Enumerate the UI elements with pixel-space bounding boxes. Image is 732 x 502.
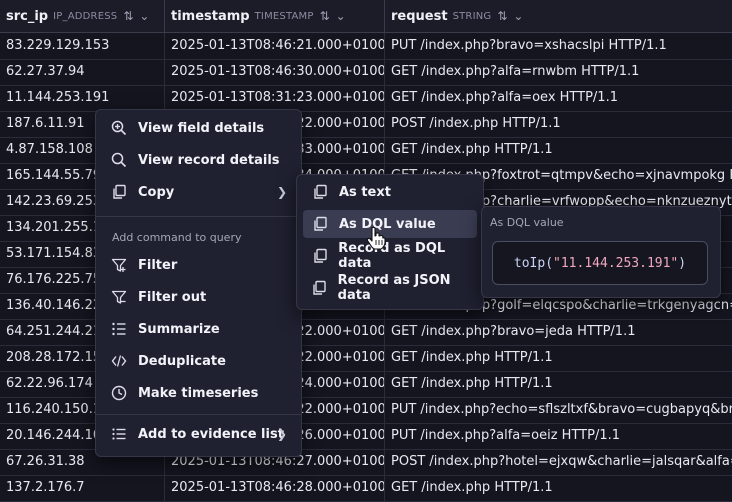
sort-icon[interactable]: ⇅ xyxy=(123,9,133,23)
sort-icon[interactable]: ⇅ xyxy=(320,9,330,23)
menu-item-label: Filter out xyxy=(138,289,207,305)
filter-icon xyxy=(110,256,128,274)
search-icon xyxy=(110,151,128,169)
chevron-right-icon: ❯ xyxy=(276,185,287,199)
column-header-request[interactable]: request STRING ⇅ ⌄ xyxy=(385,0,732,32)
cell-request[interactable]: GET /index.php HTTP/1.1 xyxy=(385,137,732,163)
context-menu: View field details View record details C… xyxy=(95,109,302,457)
table-row[interactable]: 11.144.253.191 2025-01-13T08:31:23.000+01… xyxy=(0,85,732,112)
code-paren-open: ( xyxy=(545,255,554,271)
cell-request[interactable]: GET /index.php HTTP/1.1 xyxy=(385,371,732,397)
cell-request[interactable]: PUT /index.php?alfa=oeiz HTTP/1.1 xyxy=(385,423,732,449)
cell-src-ip[interactable]: 11.144.253.191 xyxy=(0,85,165,111)
menu-item-copy[interactable]: Copy ❯ xyxy=(102,178,295,206)
table-header: src_ip IP_ADDRESS ⇅ ⌄ timestamp TIMESTAM… xyxy=(0,0,732,33)
copy-submenu: As text As DQL value Record as DQL data … xyxy=(296,174,484,310)
menu-item-label: Copy xyxy=(138,184,175,200)
preview-title: As DQL value xyxy=(490,216,564,229)
code-function: toIp xyxy=(513,255,546,271)
copy-icon xyxy=(311,247,328,265)
column-name: request xyxy=(391,8,448,24)
cell-request[interactable]: PUT /index.php?bravo=xshacslpi HTTP/1.1 xyxy=(385,33,732,59)
cell-timestamp[interactable]: 2025-01-13T08:46:21.000+0100 xyxy=(165,33,385,59)
menu-section-label: Add command to query xyxy=(112,231,242,244)
cell-request[interactable]: GET /index.php HTTP/1.1 xyxy=(385,345,732,371)
menu-item-filter-out[interactable]: Filter out xyxy=(102,283,295,311)
cell-timestamp[interactable]: 2025-01-13T08:46:30.000+0100 xyxy=(165,59,385,85)
sort-icon[interactable]: ⇅ xyxy=(497,9,507,23)
column-type: IP_ADDRESS xyxy=(53,10,118,22)
column-header-timestamp[interactable]: timestamp TIMESTAMP ⇅ ⌄ xyxy=(165,0,385,32)
column-name: src_ip xyxy=(6,8,49,24)
menu-item-summarize[interactable]: Summarize xyxy=(102,315,295,343)
chevron-down-icon[interactable]: ⌄ xyxy=(336,9,346,23)
submenu-item-as-text[interactable]: As text xyxy=(303,178,477,206)
table-row[interactable]: 83.229.129.153 2025-01-13T08:46:21.000+01… xyxy=(0,33,732,60)
menu-item-make-timeseries[interactable]: Make timeseries xyxy=(102,379,295,407)
copy-icon xyxy=(311,279,328,297)
code-string: "11.144.253.191" xyxy=(553,255,679,271)
dql-value-preview: As DQL value toIp("11.144.253.191") xyxy=(481,206,721,298)
menu-item-label: View field details xyxy=(138,120,265,136)
menu-item-deduplicate[interactable]: Deduplicate xyxy=(102,347,295,375)
cell-request[interactable]: GET /index.php?bravo=jeda HTTP/1.1 xyxy=(385,319,732,345)
menu-item-label: Summarize xyxy=(138,321,220,337)
chevron-down-icon[interactable]: ⌄ xyxy=(139,9,149,23)
cell-request[interactable]: POST /index.php HTTP/1.1 xyxy=(385,111,732,137)
submenu-item-label: Record as JSON data xyxy=(337,273,451,303)
cell-request[interactable]: POST /index.php?hotel=ejxqw&charlie=jals… xyxy=(385,449,732,475)
menu-item-label: Make timeseries xyxy=(138,385,259,401)
table-row[interactable]: 137.2.176.7 2025-01-13T08:46:28.000+0100 G… xyxy=(0,475,732,502)
column-name: timestamp xyxy=(171,8,250,24)
menu-item-label: View record details xyxy=(138,152,280,168)
preview-code: toIp("11.144.253.191") xyxy=(492,241,708,285)
cell-request[interactable]: GET /index.php?alfa=oex HTTP/1.1 xyxy=(385,85,732,111)
cell-timestamp[interactable]: 2025-01-13T08:31:23.000+0100 xyxy=(165,85,385,111)
chevron-right-icon: ❯ xyxy=(276,427,287,441)
cell-request[interactable]: PUT /index.php?echo=sflszltxf&bravo=cugb… xyxy=(385,397,732,423)
cell-request[interactable]: GET /index.php?alfa=rnwbm HTTP/1.1 xyxy=(385,59,732,85)
submenu-item-record-as-json-data[interactable]: Record as JSON data xyxy=(303,273,477,303)
list-icon xyxy=(110,425,128,443)
submenu-item-label: As text xyxy=(339,184,391,200)
column-header-src-ip[interactable]: src_ip IP_ADDRESS ⇅ ⌄ xyxy=(0,0,165,32)
cell-src-ip[interactable]: 83.229.129.153 xyxy=(0,33,165,59)
menu-item-view-field-details[interactable]: View field details xyxy=(102,114,295,142)
zoom-in-icon xyxy=(110,119,128,137)
copy-icon xyxy=(110,183,128,201)
submenu-item-label: Record as DQL data xyxy=(338,241,446,271)
cell-src-ip[interactable]: 137.2.176.7 xyxy=(0,475,165,501)
submenu-item-label: As DQL value xyxy=(339,216,436,232)
cell-src-ip[interactable]: 62.27.37.94 xyxy=(0,59,165,85)
menu-item-add-to-evidence-list[interactable]: Add to evidence list ❯ xyxy=(102,420,295,448)
summarize-icon xyxy=(110,320,128,338)
menu-item-filter[interactable]: Filter xyxy=(102,251,295,279)
menu-item-view-record-details[interactable]: View record details xyxy=(102,146,295,174)
column-type: TIMESTAMP xyxy=(254,10,314,22)
hand-pointer-cursor-icon xyxy=(366,226,386,250)
copy-icon xyxy=(311,215,329,233)
menu-item-label: Add to evidence list xyxy=(138,426,284,442)
filter-out-icon xyxy=(110,288,128,306)
copy-icon xyxy=(311,183,329,201)
cell-request[interactable]: GET /index.php HTTP/1.1 xyxy=(385,475,732,501)
code-icon xyxy=(110,352,128,370)
chevron-down-icon[interactable]: ⌄ xyxy=(513,9,523,23)
menu-divider xyxy=(96,216,301,217)
menu-divider xyxy=(96,414,301,415)
menu-item-label: Filter xyxy=(138,257,178,273)
submenu-item-as-dql-value[interactable]: As DQL value xyxy=(303,210,477,238)
menu-item-label: Deduplicate xyxy=(138,353,226,369)
submenu-item-record-as-dql-data[interactable]: Record as DQL data xyxy=(303,241,477,271)
code-paren-close: ) xyxy=(678,255,687,271)
column-type: STRING xyxy=(452,10,492,22)
clock-icon xyxy=(110,384,128,402)
cell-timestamp[interactable]: 2025-01-13T08:46:28.000+0100 xyxy=(165,475,385,501)
table-row[interactable]: 62.27.37.94 2025-01-13T08:46:30.000+0100 G… xyxy=(0,59,732,86)
